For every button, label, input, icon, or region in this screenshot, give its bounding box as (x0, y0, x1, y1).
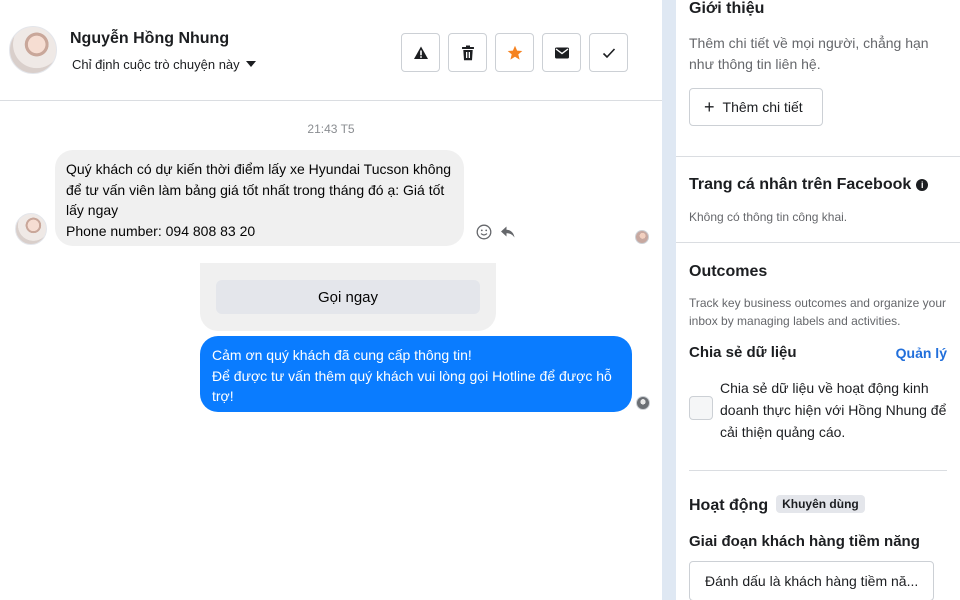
outcomes-description-line: Track key business outcomes and organize… (689, 296, 947, 310)
lead-stage-title: Giai đoạn khách hàng tiềm năng (689, 533, 920, 550)
assign-label: Chỉ định cuộc trò chuyện này (72, 57, 240, 72)
star-button[interactable] (495, 33, 534, 72)
inbox-window: Nguyễn Hồng Nhung Chỉ định cuộc trò chuy… (0, 0, 960, 600)
add-details-button[interactable]: + Thêm chi tiết (689, 88, 823, 126)
info-icon[interactable]: i (916, 179, 929, 191)
mark-unread-button[interactable] (542, 33, 581, 72)
outcomes-title: Outcomes (689, 263, 768, 280)
section-divider (689, 470, 947, 471)
recommended-badge: Khuyên dùng (776, 495, 865, 513)
delete-button[interactable] (448, 33, 487, 72)
conversation-pane: Nguyễn Hồng Nhung Chỉ định cuộc trò chuy… (0, 0, 662, 600)
emoji-react-icon[interactable] (476, 224, 492, 240)
data-sharing-title: Chia sẻ dữ liệu (689, 344, 797, 361)
message-line: lấy ngay (66, 202, 119, 218)
contact-avatar[interactable] (9, 26, 57, 74)
intro-description: Thêm chi tiết về mọi người, chẳng hạn nh… (689, 33, 929, 75)
message-tools (476, 224, 516, 240)
conversation-header: Nguyễn Hồng Nhung Chỉ định cuộc trò chuy… (0, 0, 662, 101)
sent-indicator-avatar (636, 396, 650, 410)
reply-icon[interactable] (500, 225, 516, 239)
message-line: trợ! (212, 388, 234, 404)
assign-conversation-dropdown[interactable]: Chỉ định cuộc trò chuyện này (72, 57, 256, 72)
plus-icon: + (704, 97, 715, 117)
add-details-label: Thêm chi tiết (722, 99, 803, 115)
message-line: Để được tư vấn thêm quý khách vui lòng g… (212, 367, 612, 384)
check-icon (602, 47, 615, 58)
consent-line: Chia sẻ dữ liệu về hoạt động kinh (720, 380, 929, 396)
outcomes-description: Track key business outcomes and organize… (689, 294, 946, 330)
outcomes-description-line: inbox by managing labels and activities. (689, 314, 901, 328)
intro-description-line: Thêm chi tiết về mọi người, chẳng hạn (689, 35, 929, 51)
seen-indicator-avatar (635, 230, 649, 244)
outgoing-message-bubble[interactable]: Cảm ơn quý khách đã cung cấp thông tin! … (200, 336, 632, 412)
intro-description-line: như thông tin liên hệ. (689, 56, 821, 72)
envelope-icon (554, 47, 569, 58)
mark-as-lead-button[interactable]: Đánh dấu là khách hàng tiềm nă... (689, 561, 934, 600)
message-line: để tư vấn viên làm bảng giá tốt nhất tro… (66, 181, 445, 198)
data-sharing-checkbox[interactable] (689, 396, 713, 420)
section-divider (676, 242, 960, 243)
consent-line: doanh thực hiện với Hồng Nhung để (720, 402, 947, 418)
alert-icon (413, 46, 428, 59)
mark-spam-button[interactable] (401, 33, 440, 72)
call-now-button[interactable]: Gọi ngay (216, 280, 480, 314)
contact-name[interactable]: Nguyễn Hồng Nhung (70, 30, 229, 48)
consent-line: cải thiện quảng cáo. (720, 424, 846, 440)
message-line: Quý khách có dự kiến thời điểm lấy xe Hy… (66, 161, 452, 177)
facebook-profile-title: Trang cá nhân trên Facebook i (689, 176, 929, 194)
message-line: Phone number: 094 808 83 20 (66, 222, 256, 239)
message-timestamp: 21:43 T5 (307, 122, 355, 136)
mark-done-button[interactable] (589, 33, 628, 72)
contact-info-panel: Giới thiệu Thêm chi tiết về mọi người, c… (676, 0, 960, 600)
pane-divider (662, 0, 676, 600)
section-divider (676, 156, 960, 157)
facebook-profile-title-text: Trang cá nhân trên Facebook (689, 176, 912, 193)
incoming-message-bubble[interactable]: Quý khách có dự kiến thời điểm lấy xe Hy… (55, 150, 464, 246)
caret-down-icon (245, 60, 256, 67)
intro-title: Giới thiệu (689, 0, 765, 17)
quick-reply-card: Gọi ngay (200, 263, 496, 331)
manage-link[interactable]: Quản lý (896, 345, 947, 361)
message-line: Cảm ơn quý khách đã cung cấp thông tin! (212, 347, 472, 363)
activity-title: Hoạt động Khuyên dùng (689, 495, 865, 515)
sender-avatar (15, 213, 47, 245)
facebook-profile-note: Không có thông tin công khai. (689, 210, 848, 224)
data-sharing-consent-text: Chia sẻ dữ liệu về hoạt động kinh doanh … (720, 377, 952, 443)
conversation-actions (401, 33, 628, 72)
star-icon (507, 45, 522, 60)
activity-title-text: Hoạt động (689, 497, 769, 514)
trash-icon (461, 45, 474, 60)
